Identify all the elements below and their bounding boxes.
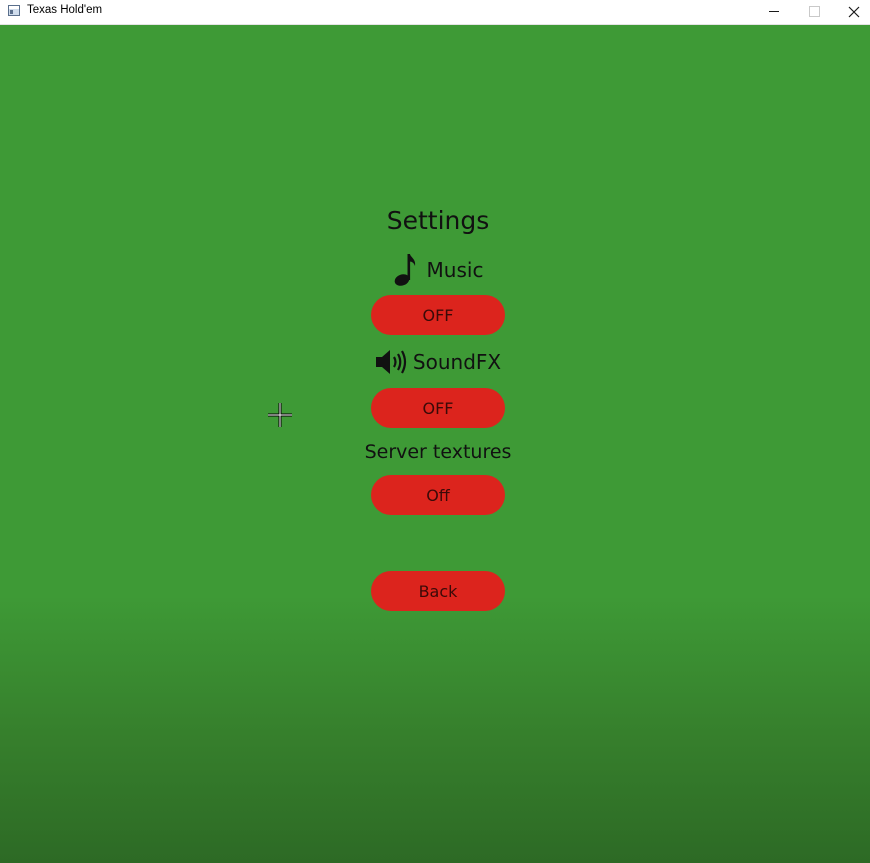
server-textures-toggle-button[interactable]: Off bbox=[371, 475, 505, 515]
settings-title: Settings bbox=[386, 206, 490, 235]
soundfx-label-row: SoundFX bbox=[300, 344, 576, 380]
maximize-button[interactable] bbox=[794, 0, 834, 24]
server-textures-label: Server textures bbox=[364, 441, 512, 463]
music-toggle-button[interactable]: OFF bbox=[371, 295, 505, 335]
music-label: Music bbox=[426, 258, 484, 282]
back-button[interactable]: Back bbox=[371, 571, 505, 611]
game-canvas: Settings Music OFF SoundFX OFF Server te… bbox=[0, 25, 870, 863]
minimize-button[interactable] bbox=[754, 0, 794, 24]
close-button[interactable] bbox=[834, 0, 870, 24]
music-note-icon bbox=[394, 254, 415, 286]
server-textures-label-row: Server textures bbox=[300, 439, 576, 465]
app-window: Texas Hold'em Settings Music OFF SoundFX… bbox=[0, 0, 870, 863]
music-label-row: Music bbox=[300, 251, 576, 289]
soundfx-label: SoundFX bbox=[412, 350, 502, 374]
soundfx-toggle-button[interactable]: OFF bbox=[371, 388, 505, 428]
title-bar[interactable]: Texas Hold'em bbox=[0, 0, 870, 25]
close-icon bbox=[848, 6, 860, 18]
crosshair-cursor bbox=[268, 403, 292, 427]
window-title: Texas Hold'em bbox=[27, 4, 103, 16]
speaker-icon bbox=[375, 350, 407, 374]
window-app-icon bbox=[8, 5, 20, 16]
